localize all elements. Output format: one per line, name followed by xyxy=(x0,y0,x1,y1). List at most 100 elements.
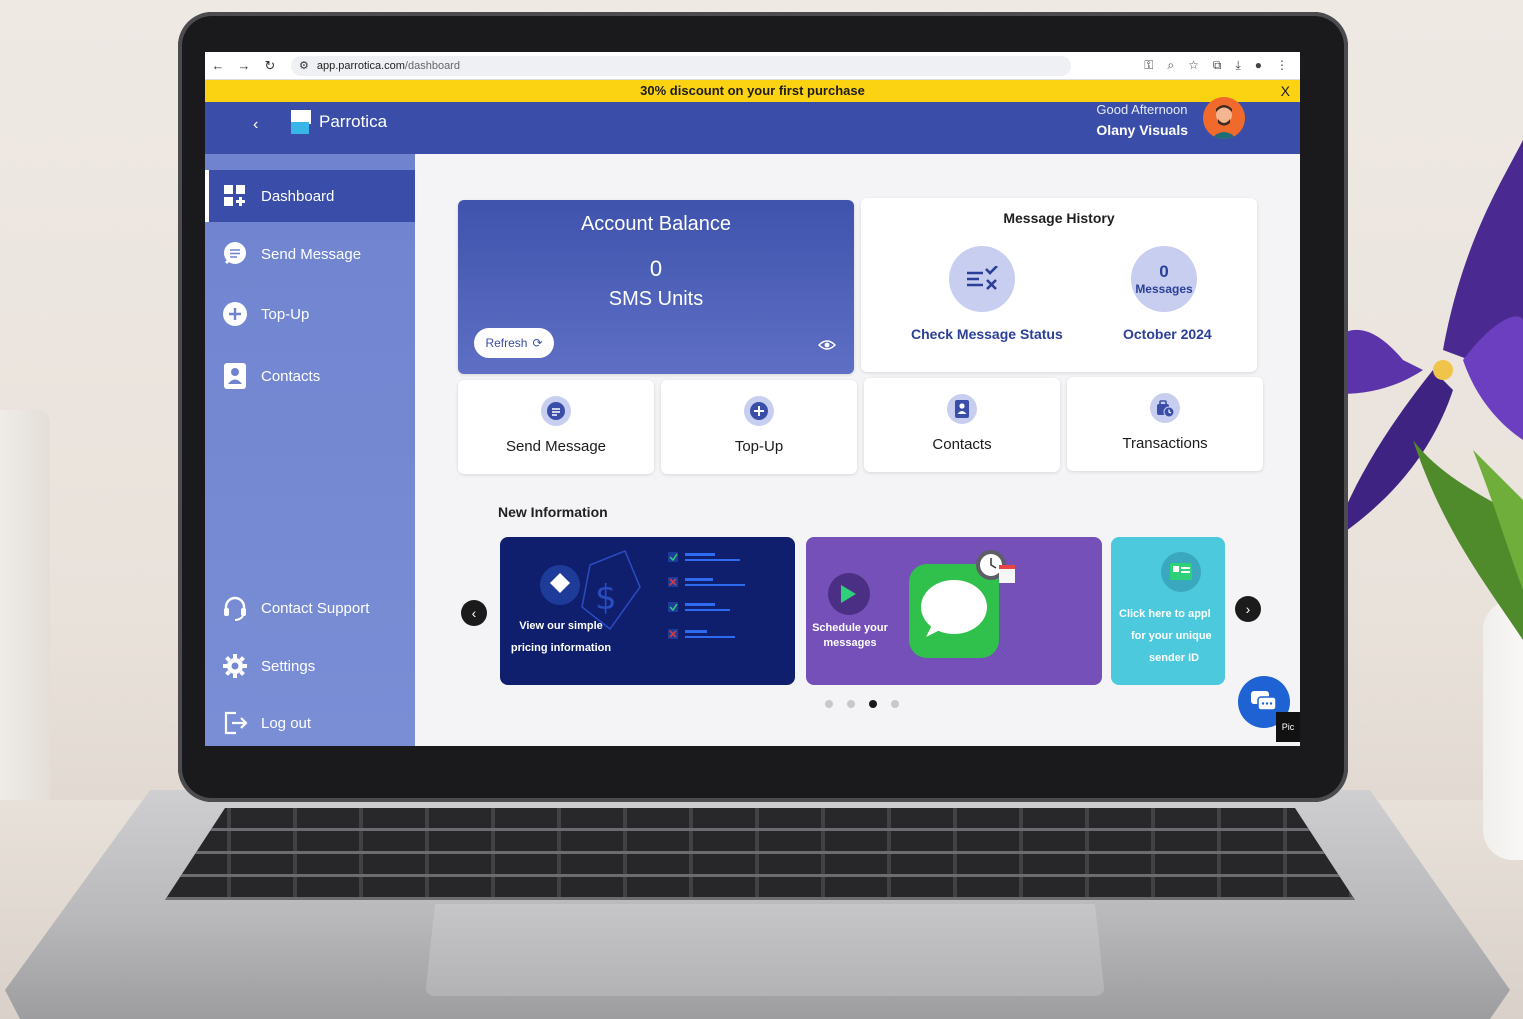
carousel-dot[interactable] xyxy=(891,700,899,708)
sidebar-item-label: Send Message xyxy=(261,245,362,263)
sidebar-item-label: Contacts xyxy=(261,367,321,385)
slide-sender-id[interactable]: Click here to appl for your unique sende… xyxy=(1111,537,1225,685)
logout-icon xyxy=(221,709,249,737)
sidebar-item-label: Contact Support xyxy=(261,599,370,617)
transactions-icon xyxy=(1150,393,1180,423)
url-host: app.parrotica.com xyxy=(316,59,405,72)
parrot-logo-icon xyxy=(291,110,311,134)
pic-badge: Pic xyxy=(1276,712,1300,742)
greeting-block: Good Afternoon Olany Visuals xyxy=(1096,102,1188,138)
message-history-card: Message History Check Message Status 0 M… xyxy=(861,198,1257,372)
slide-pricing[interactable]: $ View our simple pricing information xyxy=(500,537,795,685)
promo-text[interactable]: 30% discount on your first purchase xyxy=(640,83,865,98)
slide-caption: Schedule your messages xyxy=(806,621,894,651)
slide-caption: Click here to appl for your unique sende… xyxy=(1119,603,1225,669)
pricing-illustration: $ xyxy=(540,550,745,639)
slide-schedule[interactable]: Schedule your messages xyxy=(806,537,1102,685)
slide-caption-line: for your unique xyxy=(1131,630,1212,642)
back-arrow-icon[interactable]: ← xyxy=(205,58,231,73)
user-name: Olany Visuals xyxy=(1096,122,1188,138)
slide-caption-line: pricing information xyxy=(510,642,612,654)
zoom-icon[interactable]: ⌕ xyxy=(1167,58,1174,73)
slide-caption-line: messages xyxy=(823,637,877,649)
message-count: 0 xyxy=(1159,262,1169,281)
action-label: Send Message xyxy=(505,438,607,455)
address-bar[interactable]: ⚙ app.parrotica.com/dashboard xyxy=(291,55,1071,76)
action-transactions[interactable]: Transactions xyxy=(1067,377,1263,471)
action-top-up[interactable]: Top-Up xyxy=(661,380,857,474)
greeting-text: Good Afternoon xyxy=(1096,102,1188,117)
action-label: Transactions xyxy=(1122,435,1208,452)
chat-bubble-icon xyxy=(1251,691,1277,711)
laptop-screen: ← → ↻ ⚙ app.parrotica.com/dashboard ⚿ ⌕ … xyxy=(205,52,1300,746)
sidebar-item-log-out[interactable]: Log out xyxy=(205,697,415,746)
sidebar-item-label: Log out xyxy=(261,714,312,732)
slide-caption: View our simple pricing information xyxy=(500,615,622,659)
history-month: October 2024 xyxy=(1123,326,1212,342)
app-name: Parrotica xyxy=(319,112,388,131)
account-balance-card: Account Balance 0 SMS Units Refresh ⟳ xyxy=(458,200,854,374)
dashboard-main: Account Balance 0 SMS Units Refresh ⟳ Me… xyxy=(415,154,1300,746)
message-count-unit: Messages xyxy=(1135,282,1193,296)
action-send-message[interactable]: Send Message xyxy=(458,380,654,474)
laptop-trackpad xyxy=(425,904,1105,996)
plus-circle-icon xyxy=(744,396,774,426)
sidebar-item-settings[interactable]: Settings xyxy=(205,640,415,692)
download-icon[interactable]: ⤓ xyxy=(1235,58,1240,73)
action-contacts[interactable]: Contacts xyxy=(864,378,1060,472)
refresh-label: Refresh xyxy=(485,336,528,350)
reload-icon[interactable]: ↻ xyxy=(257,58,283,74)
sidebar-item-contacts[interactable]: Contacts xyxy=(205,350,415,402)
site-settings-icon[interactable]: ⚙ xyxy=(299,59,309,72)
extensions-icon[interactable]: ⧉ xyxy=(1213,58,1222,73)
message-icon xyxy=(221,240,249,268)
sidebar-item-contact-support[interactable]: Contact Support xyxy=(205,582,415,634)
sidebar-item-label: Top-Up xyxy=(261,305,310,323)
sidebar-item-dashboard[interactable]: Dashboard xyxy=(205,170,415,222)
slide-caption-line: View our simple xyxy=(519,620,603,632)
eye-icon[interactable] xyxy=(817,338,837,356)
sidebar-item-label: Dashboard xyxy=(261,187,335,205)
sidebar-item-label: Settings xyxy=(261,657,316,675)
collapse-sidebar-chevron-icon[interactable]: ‹ xyxy=(253,116,258,134)
slide-caption-line: Click here to appl xyxy=(1119,608,1211,620)
browser-toolbar: ← → ↻ ⚙ app.parrotica.com/dashboard ⚿ ⌕ … xyxy=(205,52,1300,80)
avatar[interactable] xyxy=(1203,97,1245,139)
check-status-icon[interactable] xyxy=(949,246,1015,312)
action-label: Top-Up xyxy=(734,438,784,455)
sidebar: Dashboard Send Message Top-Up Contacts C… xyxy=(205,154,415,746)
carousel-prev-button[interactable]: ‹ xyxy=(461,600,487,626)
carousel-next-button[interactable]: › xyxy=(1235,596,1261,622)
star-icon[interactable]: ☆ xyxy=(1188,58,1199,73)
gear-icon xyxy=(221,652,249,680)
menu-icon[interactable]: ⋮ xyxy=(1276,58,1288,73)
balance-value: 0 xyxy=(649,256,663,281)
refresh-button[interactable]: Refresh ⟳ xyxy=(474,328,554,358)
sidebar-item-top-up[interactable]: Top-Up xyxy=(205,288,415,340)
app-logo[interactable]: Parrotica xyxy=(289,108,387,136)
headset-icon xyxy=(221,594,249,622)
sidebar-item-send-message[interactable]: Send Message xyxy=(205,228,415,280)
contact-book-icon xyxy=(947,394,977,424)
slide-caption-line: Schedule your xyxy=(812,622,888,634)
balance-title: Account Balance xyxy=(580,213,732,235)
forward-arrow-icon[interactable]: → xyxy=(231,58,257,73)
refresh-icon: ⟳ xyxy=(532,336,543,350)
check-message-status-link[interactable]: Check Message Status xyxy=(911,326,1063,342)
message-count-badge: 0 Messages xyxy=(1131,246,1197,312)
key-icon[interactable]: ⚿ xyxy=(1144,58,1153,73)
avatar-person-icon xyxy=(1203,97,1245,139)
profile-icon[interactable]: ● xyxy=(1255,58,1262,73)
dashboard-icon xyxy=(221,182,249,210)
message-history-title: Message History xyxy=(1003,210,1115,226)
action-label: Contacts xyxy=(932,436,992,453)
carousel-dot[interactable] xyxy=(825,700,833,708)
svg-text:$: $ xyxy=(595,578,617,618)
slide-caption-line: sender ID xyxy=(1149,652,1200,664)
schedule-illustration xyxy=(828,550,1015,658)
carousel-dot-active[interactable] xyxy=(869,700,877,708)
plus-circle-icon xyxy=(221,300,249,328)
carousel-dot[interactable] xyxy=(847,700,855,708)
keyboard-rows xyxy=(165,808,1355,900)
promo-close-button[interactable]: X xyxy=(1281,80,1290,102)
